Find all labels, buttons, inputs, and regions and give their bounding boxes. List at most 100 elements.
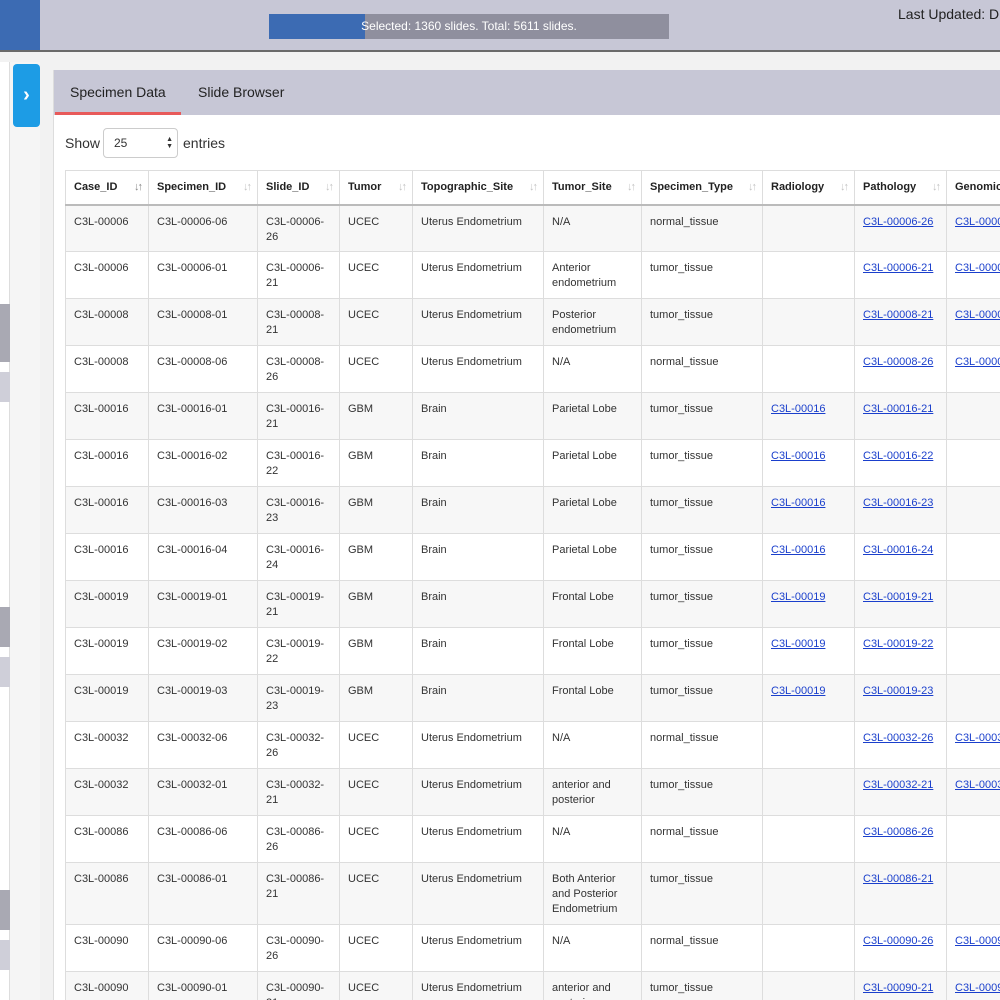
table-row[interactable]: C3L-00019 C3L-00019-02 C3L-00019-22 GBM Brai… bbox=[65, 627, 1000, 675]
pathology-link[interactable]: C3L-00019-22 bbox=[863, 638, 933, 650]
table-row[interactable]: C3L-00032 C3L-00032-01 C3L-00032-21 UCEC Ute… bbox=[65, 768, 1000, 816]
column-header-specimen-id[interactable]: Specimen_ID ↓↑ bbox=[148, 170, 258, 206]
specimen-id-cell: C3L-00008-01 bbox=[148, 298, 258, 346]
column-header-pathology[interactable]: Pathology ↓↑ bbox=[854, 170, 947, 206]
genomic-link[interactable]: C3L-0000 bbox=[955, 356, 1000, 368]
specimen-type-cell: tumor_tissue bbox=[641, 298, 763, 346]
table-row[interactable]: C3L-00032 C3L-00032-06 C3L-00032-26 UCEC Ute… bbox=[65, 721, 1000, 769]
pathology-link[interactable]: C3L-00008-26 bbox=[863, 356, 933, 368]
pathology-link[interactable]: C3L-00032-26 bbox=[863, 732, 933, 744]
column-header-specimen-type[interactable]: Specimen_Type ↓↑ bbox=[641, 170, 763, 206]
tab-specimen-data[interactable]: Specimen Data bbox=[55, 70, 181, 115]
specimen-type-text: tumor_tissue bbox=[650, 638, 713, 650]
slide-id-text: C3L-00019-23 bbox=[266, 685, 325, 712]
specimen-id-text: C3L-00019-02 bbox=[157, 638, 228, 650]
specimen-type-text: tumor_tissue bbox=[650, 873, 713, 885]
pathology-link[interactable]: C3L-00090-21 bbox=[863, 982, 933, 994]
tab-slide-browser[interactable]: Slide Browser bbox=[183, 70, 299, 115]
pathology-link[interactable]: C3L-00016-21 bbox=[863, 403, 933, 415]
pathology-link[interactable]: C3L-00006-26 bbox=[863, 216, 933, 228]
radiology-link[interactable]: C3L-00016 bbox=[771, 497, 825, 509]
table-row[interactable]: C3L-00016 C3L-00016-02 C3L-00016-22 GBM Brai… bbox=[65, 439, 1000, 487]
specimen-id-cell: C3L-00006-01 bbox=[148, 251, 258, 299]
tumor-site-text: N/A bbox=[552, 826, 571, 838]
table-row[interactable]: C3L-00016 C3L-00016-03 C3L-00016-23 GBM Brai… bbox=[65, 486, 1000, 534]
genomic-link[interactable]: C3L-0000 bbox=[955, 216, 1000, 228]
radiology-link[interactable]: C3L-00016 bbox=[771, 544, 825, 556]
topographic-site-cell: Uterus Endometrium bbox=[412, 862, 544, 925]
genomic-link[interactable]: C3L-0003 bbox=[955, 779, 1000, 791]
column-header-radiology[interactable]: Radiology ↓↑ bbox=[762, 170, 855, 206]
slide-id-cell: C3L-00016-22 bbox=[257, 439, 340, 487]
slide-id-cell: C3L-00008-21 bbox=[257, 298, 340, 346]
radiology-link[interactable]: C3L-00016 bbox=[771, 403, 825, 415]
tumor-text: UCEC bbox=[348, 215, 380, 228]
topographic-site-text: Uterus Endometrium bbox=[421, 732, 522, 744]
radiology-link[interactable]: C3L-00016 bbox=[771, 450, 825, 462]
specimen-table: Case_ID ↓↑ Specimen_ID ↓↑ Slide_ID ↓↑ Tumor… bbox=[65, 170, 1000, 1000]
slide-id-cell: C3L-00090-21 bbox=[257, 971, 340, 1000]
table-row[interactable]: C3L-00008 C3L-00008-06 C3L-00008-26 UCEC Ute… bbox=[65, 345, 1000, 393]
table-row[interactable]: C3L-00016 C3L-00016-04 C3L-00016-24 GBM Brai… bbox=[65, 533, 1000, 581]
radiology-link[interactable]: C3L-00019 bbox=[771, 685, 825, 697]
pathology-link[interactable]: C3L-00008-21 bbox=[863, 309, 933, 321]
table-row[interactable]: C3L-00019 C3L-00019-01 C3L-00019-21 GBM Brai… bbox=[65, 580, 1000, 628]
slide-id-text: C3L-00006-21 bbox=[266, 262, 325, 289]
pathology-link[interactable]: C3L-00016-23 bbox=[863, 497, 933, 509]
column-header-topographic-site[interactable]: Topographic_Site ↓↑ bbox=[412, 170, 544, 206]
tumor-text: UCEC bbox=[348, 732, 380, 744]
sidebar-toggle-button[interactable]: › bbox=[13, 64, 40, 127]
pathology-link[interactable]: C3L-00019-23 bbox=[863, 685, 933, 697]
table-row[interactable]: C3L-00006 C3L-00006-06 C3L-00006-26 UCEC Ute… bbox=[65, 204, 1000, 252]
genomic-link[interactable]: C3L-0009 bbox=[955, 935, 1000, 947]
pathology-link[interactable]: C3L-00016-24 bbox=[863, 544, 933, 556]
genomic-link[interactable]: C3L-0000 bbox=[955, 262, 1000, 274]
pathology-link[interactable]: C3L-00016-22 bbox=[863, 450, 933, 462]
pathology-link[interactable]: C3L-00019-21 bbox=[863, 591, 933, 603]
radiology-cell: C3L-00016 bbox=[762, 392, 855, 440]
tumor-cell: UCEC bbox=[339, 862, 413, 925]
slide-id-text: C3L-00032-26 bbox=[266, 732, 325, 759]
genomic-link[interactable]: C3L-0000 bbox=[955, 309, 1000, 321]
specimen-type-text: tumor_tissue bbox=[650, 403, 713, 415]
table-row[interactable]: C3L-00086 C3L-00086-01 C3L-00086-21 UCEC Ute… bbox=[65, 862, 1000, 925]
genomic-cell bbox=[946, 533, 1000, 581]
pathology-link[interactable]: C3L-00090-26 bbox=[863, 935, 933, 947]
tumor-site-cell: Parietal Lobe bbox=[543, 486, 642, 534]
genomic-link[interactable]: C3L-0003 bbox=[955, 732, 1000, 744]
table-row[interactable]: C3L-00008 C3L-00008-01 C3L-00008-21 UCEC Ute… bbox=[65, 298, 1000, 346]
pathology-link[interactable]: C3L-00086-21 bbox=[863, 873, 933, 885]
pathology-cell: C3L-00008-21 bbox=[854, 298, 947, 346]
table-row[interactable]: C3L-00019 C3L-00019-03 C3L-00019-23 GBM Brai… bbox=[65, 674, 1000, 722]
column-header-label: Specimen_Type bbox=[650, 181, 733, 194]
column-header-slide-id[interactable]: Slide_ID ↓↑ bbox=[257, 170, 340, 206]
specimen-type-text: tumor_tissue bbox=[650, 544, 713, 556]
table-row[interactable]: C3L-00086 C3L-00086-06 C3L-00086-26 UCEC Ute… bbox=[65, 815, 1000, 863]
case-id-text: C3L-00032 bbox=[74, 779, 129, 791]
genomic-link[interactable]: C3L-0009 bbox=[955, 982, 1000, 994]
tumor-text: UCEC bbox=[348, 779, 380, 791]
column-header-genomic[interactable]: Genomic bbox=[946, 170, 1000, 206]
pathology-link[interactable]: C3L-00006-21 bbox=[863, 262, 933, 274]
column-header-tumor-site[interactable]: Tumor_Site ↓↑ bbox=[543, 170, 642, 206]
pathology-cell: C3L-00032-26 bbox=[854, 721, 947, 769]
entries-select[interactable]: 25 ▲ ▼ bbox=[103, 128, 178, 158]
specimen-id-text: C3L-00016-03 bbox=[157, 497, 228, 509]
radiology-link[interactable]: C3L-00019 bbox=[771, 591, 825, 603]
table-row[interactable]: C3L-00016 C3L-00016-01 C3L-00016-21 GBM Brai… bbox=[65, 392, 1000, 440]
table-row[interactable]: C3L-00090 C3L-00090-01 C3L-00090-21 UCEC Ute… bbox=[65, 971, 1000, 1000]
table-row[interactable]: C3L-00090 C3L-00090-06 C3L-00090-26 UCEC Ute… bbox=[65, 924, 1000, 972]
sidebar-section-bar bbox=[0, 940, 10, 970]
topographic-site-text: Brain bbox=[421, 544, 447, 556]
selection-progress-bar: Selected: 1360 slides. Total: 5611 slide… bbox=[269, 14, 669, 39]
pathology-link[interactable]: C3L-00086-26 bbox=[863, 826, 933, 838]
pathology-link[interactable]: C3L-00032-21 bbox=[863, 779, 933, 791]
pathology-cell: C3L-00086-21 bbox=[854, 862, 947, 925]
radiology-link[interactable]: C3L-00019 bbox=[771, 638, 825, 650]
table-row[interactable]: C3L-00006 C3L-00006-01 C3L-00006-21 UCEC Ute… bbox=[65, 251, 1000, 299]
specimen-id-text: C3L-00006-06 bbox=[157, 215, 228, 228]
tumor-site-text: Parietal Lobe bbox=[552, 544, 617, 556]
specimen-id-cell: C3L-00019-03 bbox=[148, 674, 258, 722]
column-header-case-id[interactable]: Case_ID ↓↑ bbox=[65, 170, 149, 206]
column-header-tumor[interactable]: Tumor ↓↑ bbox=[339, 170, 413, 206]
